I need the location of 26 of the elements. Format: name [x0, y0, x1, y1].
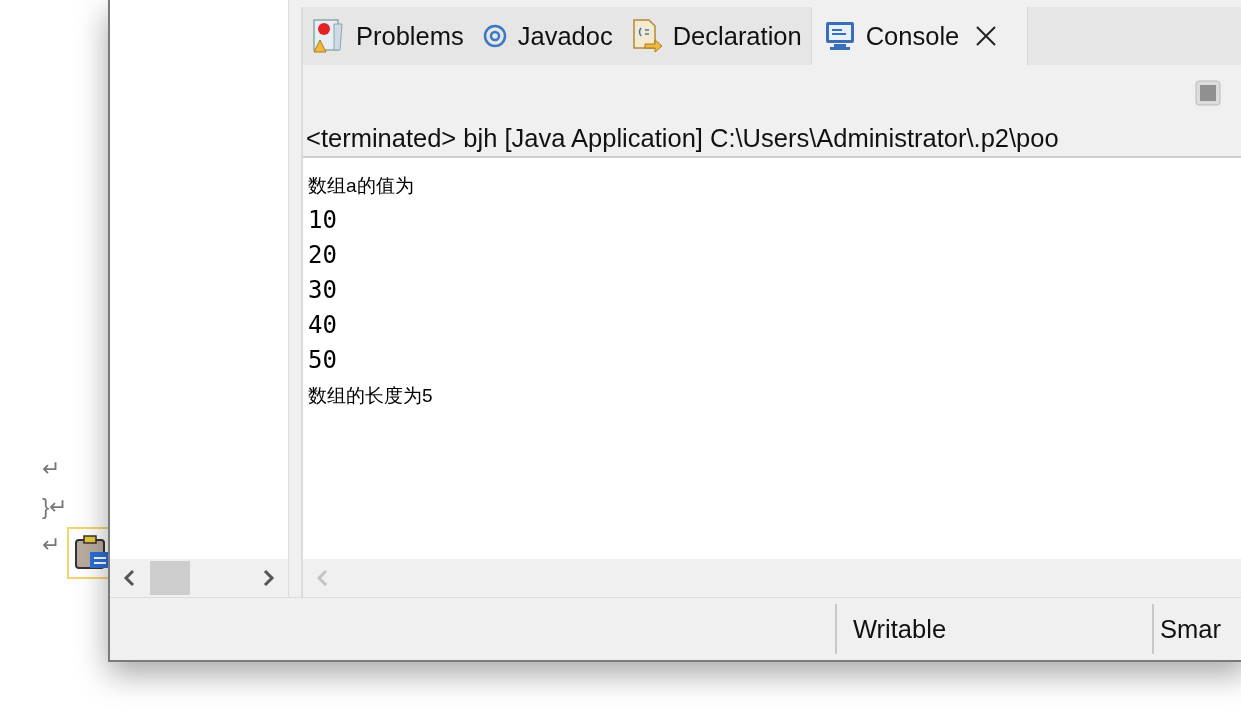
- paragraph-mark: }↵: [42, 493, 68, 521]
- console-line: 30: [308, 275, 337, 306]
- terminate-button[interactable]: [1195, 79, 1221, 106]
- console-line: 50: [308, 345, 337, 376]
- problems-icon: [312, 18, 346, 54]
- paragraph-mark: ↵: [42, 455, 60, 483]
- tab[interactable]: Console: [810, 7, 1029, 65]
- scroll-left-icon[interactable]: [122, 569, 136, 587]
- console-line: 数组的长度为5: [308, 384, 433, 408]
- tab[interactable]: Javadoc: [472, 7, 622, 65]
- console-line: 数组a的值为: [308, 174, 414, 198]
- document-arrow-icon: [630, 18, 663, 54]
- tab[interactable]: Problems: [303, 7, 473, 65]
- console-line: 20: [308, 240, 337, 271]
- console-line: 40: [308, 310, 337, 341]
- console-header: <terminated> bjh [Java Application] C:\Users\Administrator\.p2\poo: [306, 122, 1059, 154]
- tab[interactable]: Declaration: [621, 7, 811, 65]
- scroll-right-icon[interactable]: [262, 569, 276, 587]
- horizontal-scrollbar[interactable]: [110, 559, 288, 597]
- close-icon[interactable]: [975, 25, 998, 47]
- status-field: Writable: [853, 609, 947, 649]
- scrollbar-thumb[interactable]: [150, 561, 190, 595]
- paragraph-mark: ↵: [42, 531, 60, 559]
- console-line: 10: [308, 205, 337, 236]
- monitor-icon: [823, 20, 856, 52]
- status-field: Smar: [1160, 609, 1221, 649]
